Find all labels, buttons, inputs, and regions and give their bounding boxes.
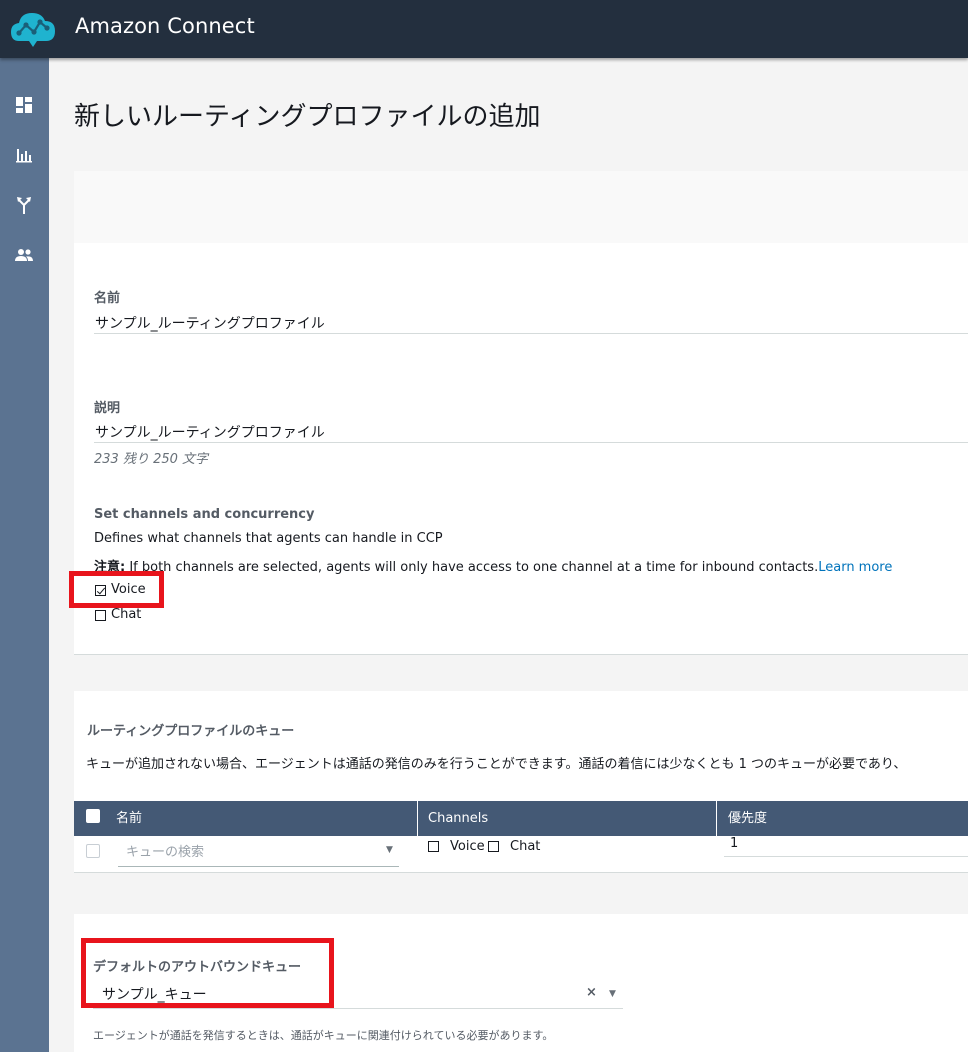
row-chat-checkbox[interactable] (488, 841, 499, 852)
top-bar: Amazon Connect (0, 0, 968, 58)
chevron-down-icon[interactable]: ▼ (609, 989, 616, 999)
bar-chart-icon[interactable] (13, 144, 35, 166)
description-input-underline (94, 442, 968, 443)
sidebar (0, 58, 49, 1052)
channels-title: Set channels and concurrency (94, 507, 315, 522)
outbound-queue-underline (93, 1008, 623, 1009)
chevron-down-icon[interactable]: ▼ (386, 845, 393, 855)
name-input-underline (94, 333, 968, 334)
description-input[interactable]: サンプル_ルーティングプロファイル (95, 422, 325, 442)
queue-search-underline (118, 866, 399, 867)
queues-description: キューが追加されない場合、エージェントは通話の発信のみを行うことができます。通話… (86, 757, 907, 772)
highlight-box-outbound-queue (81, 938, 334, 1008)
dashboard-icon[interactable] (13, 94, 35, 116)
row-chat-label[interactable]: Chat (510, 839, 540, 854)
queues-table-header: 名前 Channels 優先度 (74, 801, 968, 836)
queues-panel: ルーティングプロファイルのキュー キューが追加されない場合、エージェントは通話の… (74, 691, 968, 873)
amazon-connect-logo-icon[interactable] (9, 7, 57, 51)
description-label: 説明 (94, 401, 121, 416)
queue-search-select[interactable]: キューの検索 (126, 841, 204, 860)
priority-input[interactable]: 1 (730, 836, 738, 851)
page-title: 新しいルーティングプロファイルの追加 (74, 102, 541, 132)
queues-title: ルーティングプロファイルのキュー (87, 724, 295, 739)
learn-more-link[interactable]: Learn more (818, 560, 892, 575)
row-voice-label[interactable]: Voice (450, 839, 485, 854)
name-label: 名前 (94, 291, 121, 306)
channels-note: 注意: If both channels are selected, agent… (94, 556, 892, 575)
profile-form-panel: 名前 サンプル_ルーティングプロファイル 説明 サンプル_ルーティングプロファイ… (74, 243, 968, 655)
column-separator (417, 801, 418, 836)
outbound-queue-note: エージェントが通話を発信するときは、通話がキューに関連付けられている必要がありま… (93, 1029, 554, 1042)
chat-checkbox-label[interactable]: Chat (111, 607, 141, 622)
column-header-channels[interactable]: Channels (428, 801, 488, 836)
row-checkbox[interactable] (86, 844, 100, 858)
users-icon[interactable] (13, 244, 35, 266)
routing-icon[interactable] (13, 194, 35, 216)
name-input[interactable]: サンプル_ルーティングプロファイル (95, 313, 325, 333)
highlight-box-voice (69, 571, 164, 608)
column-header-priority[interactable]: 優先度 (728, 801, 767, 836)
app-title: Amazon Connect (75, 14, 255, 38)
note-text: If both channels are selected, agents wi… (125, 560, 819, 575)
panel-header-strip (74, 171, 968, 243)
channels-description: Defines what channels that agents can ha… (94, 531, 443, 546)
main-content: 新しいルーティングプロファイルの追加 名前 サンプル_ルーティングプロファイル … (49, 58, 968, 1052)
priority-underline (724, 856, 968, 857)
column-separator (716, 801, 717, 836)
select-all-checkbox[interactable] (86, 809, 100, 823)
clear-icon[interactable]: × (586, 985, 597, 1000)
column-header-name[interactable]: 名前 (116, 801, 142, 836)
chat-checkbox[interactable] (95, 610, 106, 621)
char-count: 233 残り 250 文字 (94, 452, 209, 467)
row-voice-checkbox[interactable] (428, 841, 439, 852)
